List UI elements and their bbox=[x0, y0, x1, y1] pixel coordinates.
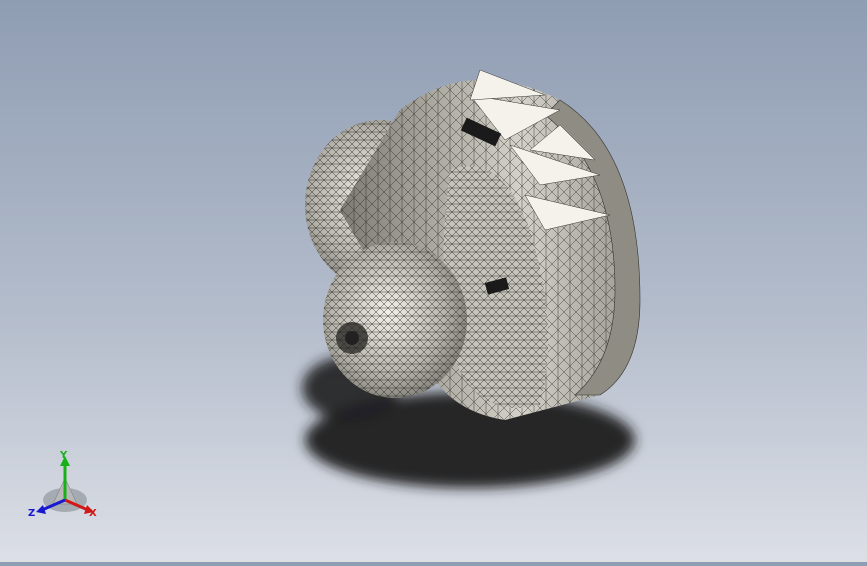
reference-triad-icon[interactable]: Y X Z bbox=[25, 448, 105, 524]
graphics-viewport[interactable]: Y X Z bbox=[0, 0, 867, 562]
mesh-model-icon[interactable] bbox=[305, 69, 641, 420]
axis-z-label: Z bbox=[28, 508, 35, 519]
axis-x-label: X bbox=[89, 508, 97, 519]
axis-y-label: Y bbox=[59, 450, 68, 461]
